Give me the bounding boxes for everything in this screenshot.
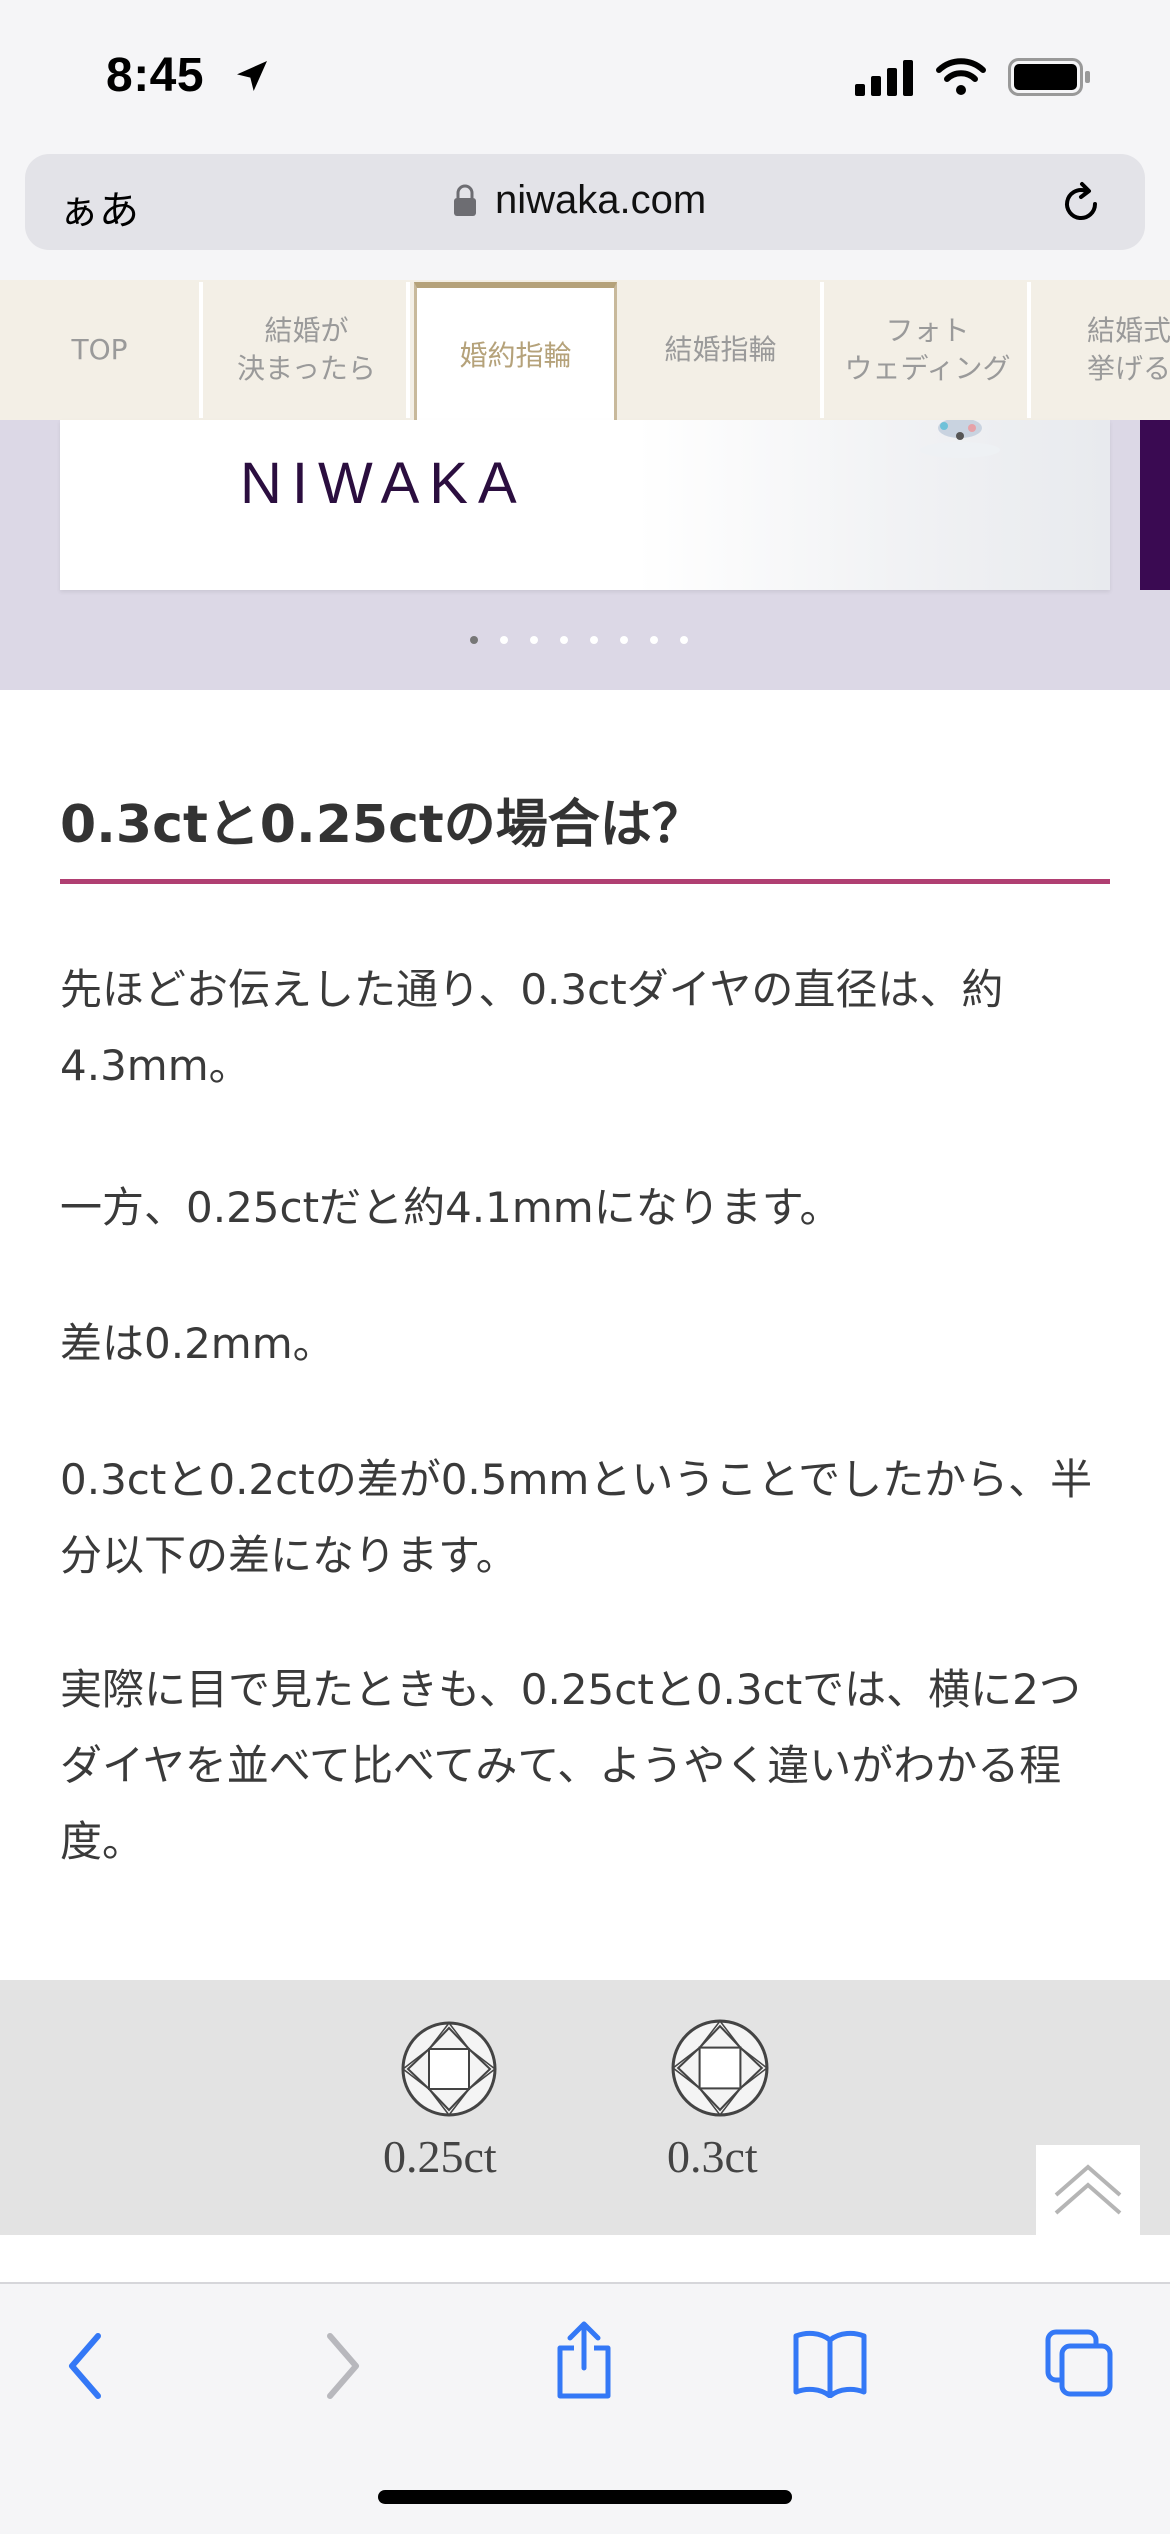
tab-engagement-ring[interactable]: 婚約指輪 [414,282,617,420]
article-paragraph: 一方、0.25ctだと約4.1mmになります。 [60,1183,842,1232]
carousel-dot[interactable] [650,636,658,644]
wifi-icon [936,58,986,95]
carousel-dot[interactable] [680,636,688,644]
article-paragraph: 差は0.2mm。 [60,1319,335,1368]
niwaka-logo: NIWAKA [240,451,527,516]
ring-image [920,420,1000,458]
lock-icon [454,184,476,216]
diamond-size-comparison: 0.25ct 0.3ct [0,1980,1170,2235]
next-slide-preview[interactable] [1140,420,1170,590]
carousel-dots [470,636,688,644]
banner-carousel: NIWAKA [0,420,1170,690]
carousel-dot[interactable] [560,636,568,644]
share-icon[interactable] [552,2320,616,2400]
article-paragraph: 実際に目で見たときも、0.25ctと0.3ctでは、横に2つダイヤを並べて比べて… [60,1665,1081,1866]
carousel-dot[interactable] [620,636,628,644]
tabs-icon[interactable] [1044,2328,1114,2398]
category-tab-bar: TOP 結婚が 決まったら 婚約指輪 結婚指輪 フォト ウェディング 結婚式 挙… [0,280,1170,423]
status-time: 8:45 [106,49,205,102]
chevron-up-icon [1054,2164,1122,2215]
url-text[interactable]: niwaka.com [495,178,706,223]
reload-icon[interactable] [1055,178,1107,230]
diamond-label: 0.25ct [383,2131,497,2182]
diamond-icon [671,2019,769,2117]
carousel-dot[interactable] [470,636,478,644]
scroll-to-top-button[interactable] [1036,2145,1140,2235]
tab-photo-wedding[interactable]: フォト ウェディング [828,282,1031,418]
status-bar: 8:45 [0,0,1170,150]
text-size-button[interactable]: ぁあ [59,178,139,236]
section-heading: 0.3ctと0.25ctの場合は？ [60,782,1110,884]
tab-wedding-ceremony[interactable]: 結婚式 挙げる [1035,282,1170,418]
tab-engaged[interactable]: 結婚が 決まったら [207,282,410,418]
carousel-dot[interactable] [500,636,508,644]
tab-top[interactable]: TOP [0,282,203,418]
back-icon[interactable] [62,2328,112,2404]
article-paragraph: 0.3ctと0.2ctの差が0.5mmということでしたから、半分以下の差になりま… [60,1455,1093,1580]
home-indicator [378,2490,792,2504]
address-bar[interactable]: ぁあ niwaka.com [25,154,1145,250]
banner-slide[interactable]: NIWAKA [60,420,1110,590]
forward-icon[interactable] [316,2328,366,2404]
article-paragraph: 先ほどお伝えした通り、0.3ctダイヤの直径は、約4.3mm。 [60,965,1004,1090]
location-arrow-icon [237,61,267,91]
tab-wedding-ring[interactable]: 結婚指輪 [621,282,824,418]
carousel-dot[interactable] [590,636,598,644]
browser-address-area: ぁあ niwaka.com [0,150,1170,280]
diamond-icon [401,2021,497,2117]
cellular-signal-icon [855,60,913,96]
carousel-dot[interactable] [530,636,538,644]
battery-icon [1008,58,1090,96]
bookmarks-icon[interactable] [792,2328,868,2398]
diamond-label: 0.3ct [667,2131,758,2182]
